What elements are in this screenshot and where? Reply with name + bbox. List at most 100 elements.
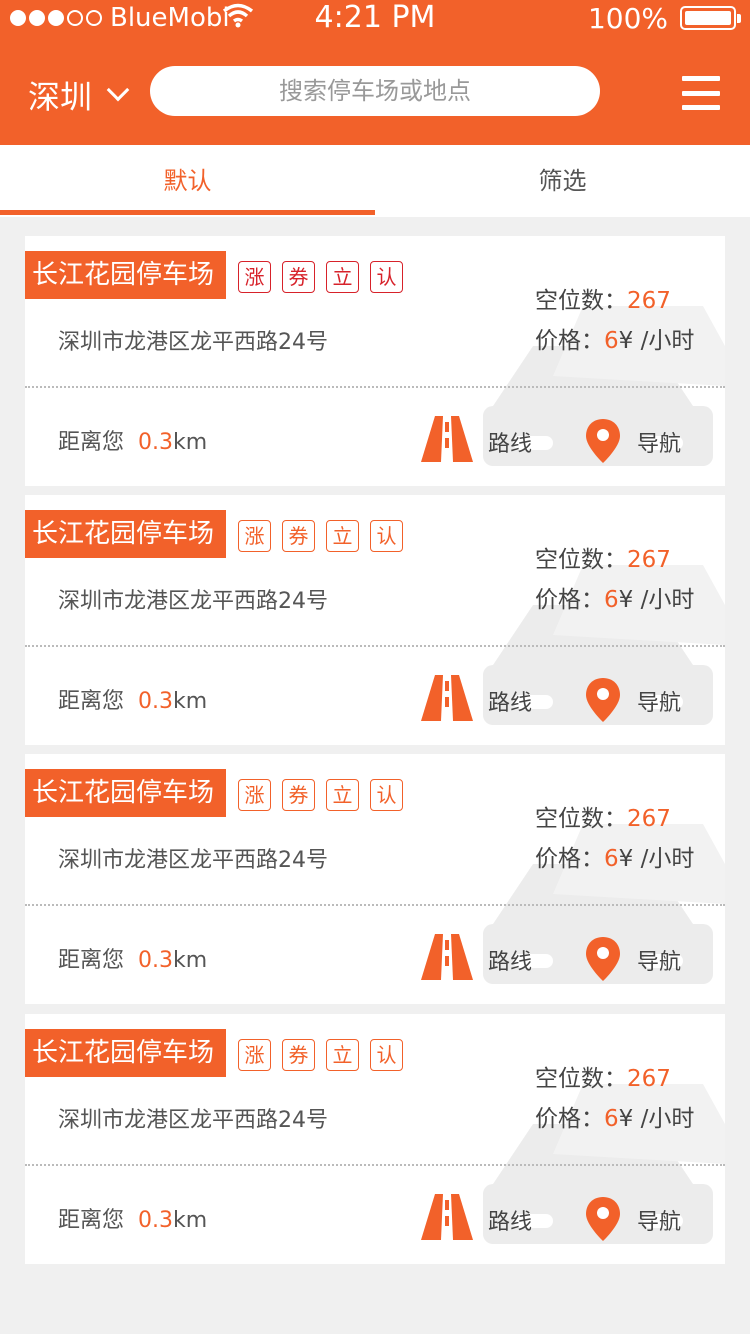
parking-card[interactable]: 长江花园停车场 涨 券 立 认 深圳市龙港区龙平西路24号 空位数：267 价格… bbox=[25, 754, 725, 1004]
distance-unit: km bbox=[173, 689, 208, 714]
location-pin-icon[interactable] bbox=[586, 678, 620, 722]
road-icon[interactable] bbox=[421, 675, 473, 721]
distance-label: 距离您 bbox=[58, 948, 125, 973]
chevron-down-icon bbox=[106, 78, 130, 102]
price-unit: ¥ /小时 bbox=[618, 1106, 695, 1132]
battery-icon bbox=[680, 6, 741, 30]
road-icon[interactable] bbox=[421, 416, 473, 462]
tag-group: 涨 券 立 认 bbox=[238, 1039, 403, 1071]
tag-group: 涨 券 立 认 bbox=[238, 520, 403, 552]
distance-unit: km bbox=[173, 1208, 208, 1233]
battery-percent: 100% bbox=[587, 2, 668, 35]
divider bbox=[25, 904, 725, 906]
price-stat: 价格：6¥ /小时 bbox=[535, 321, 694, 355]
spaces-stat: 空位数：267 bbox=[535, 1059, 671, 1093]
tag-group: 涨 券 立 认 bbox=[238, 779, 403, 811]
navigate-button[interactable]: 导航 bbox=[637, 1204, 681, 1236]
parking-card[interactable]: 长江花园停车场 涨 券 立 认 深圳市龙港区龙平西路24号 空位数：267 价格… bbox=[25, 236, 725, 486]
tag-group: 涨 券 立 认 bbox=[238, 261, 403, 293]
tag-immediate: 立 bbox=[326, 520, 359, 552]
route-button[interactable]: 路线 bbox=[488, 685, 532, 717]
parking-address: 深圳市龙港区龙平西路24号 bbox=[58, 848, 328, 873]
route-button[interactable]: 路线 bbox=[488, 1204, 532, 1236]
tag-immediate: 立 bbox=[326, 1039, 359, 1071]
distance: 距离您 0.3km bbox=[58, 683, 207, 715]
location-pin-icon[interactable] bbox=[586, 419, 620, 463]
tag-coupon: 券 bbox=[282, 1039, 315, 1071]
tag-immediate: 立 bbox=[326, 779, 359, 811]
spaces-label: 空位数： bbox=[535, 806, 627, 832]
tag-coupon: 券 bbox=[282, 779, 315, 811]
tab-default[interactable]: 默认 bbox=[0, 145, 375, 217]
divider bbox=[25, 1164, 725, 1166]
parking-name: 长江花园停车场 bbox=[25, 769, 227, 827]
price-unit: ¥ /小时 bbox=[618, 587, 695, 613]
price-value: 6 bbox=[604, 328, 619, 354]
price-label: 价格： bbox=[535, 846, 604, 872]
route-button[interactable]: 路线 bbox=[488, 944, 532, 976]
spaces-value: 267 bbox=[627, 1066, 671, 1092]
status-bar: BlueMobi 4:21 PM 100% bbox=[0, 0, 750, 40]
tag-rise: 涨 bbox=[238, 1039, 271, 1071]
search-input[interactable]: 搜索停车场或地点 bbox=[150, 66, 600, 116]
parking-card[interactable]: 长江花园停车场 涨 券 立 认 深圳市龙港区龙平西路24号 空位数：267 价格… bbox=[25, 495, 725, 745]
price-unit: ¥ /小时 bbox=[618, 846, 695, 872]
spaces-stat: 空位数：267 bbox=[535, 799, 671, 833]
distance-value: 0.3 bbox=[138, 1208, 174, 1233]
spaces-value: 267 bbox=[627, 547, 671, 573]
tab-filter[interactable]: 筛选 bbox=[375, 145, 750, 217]
spaces-value: 267 bbox=[627, 288, 671, 314]
tag-certified: 认 bbox=[370, 1039, 403, 1071]
tag-rise: 涨 bbox=[238, 261, 271, 293]
menu-icon[interactable] bbox=[682, 76, 720, 110]
price-label: 价格： bbox=[535, 1106, 604, 1132]
navigate-button[interactable]: 导航 bbox=[637, 426, 681, 458]
spaces-stat: 空位数：267 bbox=[535, 281, 671, 315]
spaces-stat: 空位数：267 bbox=[535, 540, 671, 574]
distance-label: 距离您 bbox=[58, 1208, 125, 1233]
price-value: 6 bbox=[604, 846, 619, 872]
price-value: 6 bbox=[604, 587, 619, 613]
price-label: 价格： bbox=[535, 587, 604, 613]
parking-name: 长江花园停车场 bbox=[25, 1029, 227, 1087]
distance: 距离您 0.3km bbox=[58, 1202, 207, 1234]
location-pin-icon[interactable] bbox=[586, 937, 620, 981]
price-stat: 价格：6¥ /小时 bbox=[535, 580, 694, 614]
parking-name: 长江花园停车场 bbox=[25, 251, 227, 309]
tab-bar: 默认 筛选 bbox=[0, 145, 750, 217]
city-label: 深圳 bbox=[28, 78, 93, 116]
navigate-button[interactable]: 导航 bbox=[637, 944, 681, 976]
city-selector[interactable]: 深圳 bbox=[28, 72, 130, 118]
distance-unit: km bbox=[173, 948, 208, 973]
tag-certified: 认 bbox=[370, 520, 403, 552]
distance-label: 距离您 bbox=[58, 430, 125, 455]
active-tab-indicator bbox=[0, 210, 375, 215]
price-value: 6 bbox=[604, 1106, 619, 1132]
price-stat: 价格：6¥ /小时 bbox=[535, 1099, 694, 1133]
road-icon[interactable] bbox=[421, 1194, 473, 1240]
distance: 距离您 0.3km bbox=[58, 424, 207, 456]
distance-unit: km bbox=[173, 430, 208, 455]
parking-address: 深圳市龙港区龙平西路24号 bbox=[58, 1108, 328, 1133]
tag-rise: 涨 bbox=[238, 779, 271, 811]
divider bbox=[25, 386, 725, 388]
tag-immediate: 立 bbox=[326, 261, 359, 293]
distance-value: 0.3 bbox=[138, 689, 174, 714]
tag-rise: 涨 bbox=[238, 520, 271, 552]
price-unit: ¥ /小时 bbox=[618, 328, 695, 354]
parking-name: 长江花园停车场 bbox=[25, 510, 227, 568]
divider bbox=[25, 645, 725, 647]
parking-address: 深圳市龙港区龙平西路24号 bbox=[58, 330, 328, 355]
price-label: 价格： bbox=[535, 328, 604, 354]
navigate-button[interactable]: 导航 bbox=[637, 685, 681, 717]
route-button[interactable]: 路线 bbox=[488, 426, 532, 458]
distance: 距离您 0.3km bbox=[58, 942, 207, 974]
road-icon[interactable] bbox=[421, 934, 473, 980]
tag-coupon: 券 bbox=[282, 520, 315, 552]
tag-certified: 认 bbox=[370, 779, 403, 811]
tag-certified: 认 bbox=[370, 261, 403, 293]
spaces-label: 空位数： bbox=[535, 547, 627, 573]
location-pin-icon[interactable] bbox=[586, 1197, 620, 1241]
spaces-label: 空位数： bbox=[535, 1066, 627, 1092]
parking-card[interactable]: 长江花园停车场 涨 券 立 认 深圳市龙港区龙平西路24号 空位数：267 价格… bbox=[25, 1014, 725, 1264]
